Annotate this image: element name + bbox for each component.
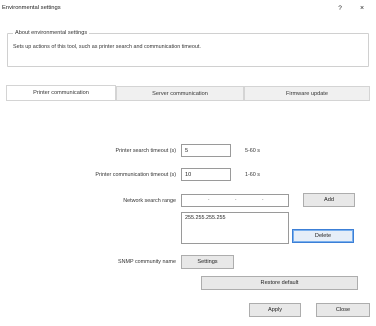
comm-timeout-label: Printer communication timeout (s) bbox=[95, 172, 176, 178]
tab-printer-communication[interactable]: Printer communication bbox=[6, 85, 116, 100]
restore-default-button[interactable]: Restore default bbox=[201, 276, 358, 290]
window-title: Environmental settings bbox=[2, 5, 61, 11]
snmp-label: SNMP community name bbox=[117, 259, 176, 265]
comm-timeout-hint: 1-60 s bbox=[245, 172, 260, 178]
ip-separator: . bbox=[262, 196, 264, 202]
network-range-label: Network search range bbox=[123, 198, 176, 204]
title-bar: Environmental settings ? × bbox=[0, 0, 376, 20]
about-legend: About environmental settings bbox=[13, 29, 90, 38]
apply-button[interactable]: Apply bbox=[249, 303, 301, 317]
list-item[interactable]: 255.255.255.255 bbox=[185, 215, 225, 221]
close-button[interactable]: Close bbox=[316, 303, 370, 317]
search-timeout-input[interactable] bbox=[181, 144, 231, 157]
snmp-settings-button[interactable]: Settings bbox=[181, 255, 234, 269]
help-icon[interactable]: ? bbox=[334, 3, 346, 15]
tab-strip: Printer communication Server communicati… bbox=[6, 85, 370, 100]
ip-separator: . bbox=[235, 196, 237, 202]
tab-server-communication[interactable]: Server communication bbox=[116, 86, 244, 100]
search-timeout-label: Printer search timeout (s) bbox=[115, 148, 176, 154]
network-range-list[interactable]: 255.255.255.255 bbox=[181, 212, 289, 244]
ip-separator: . bbox=[208, 196, 210, 202]
search-timeout-hint: 5-60 s bbox=[245, 148, 260, 154]
about-description: Sets up actions of this tool, such as pr… bbox=[13, 44, 201, 50]
environmental-settings-dialog: Environmental settings ? × About environ… bbox=[0, 0, 376, 326]
close-icon[interactable]: × bbox=[355, 3, 369, 15]
footer-divider bbox=[6, 296, 370, 297]
about-group: About environmental settings Sets up act… bbox=[7, 29, 369, 67]
ip-address-input[interactable]: . . . bbox=[181, 194, 289, 207]
tab-firmware-update[interactable]: Firmware update bbox=[244, 86, 370, 100]
delete-button[interactable]: Delete bbox=[292, 229, 354, 243]
add-button[interactable]: Add bbox=[303, 193, 355, 207]
comm-timeout-input[interactable] bbox=[181, 168, 231, 181]
